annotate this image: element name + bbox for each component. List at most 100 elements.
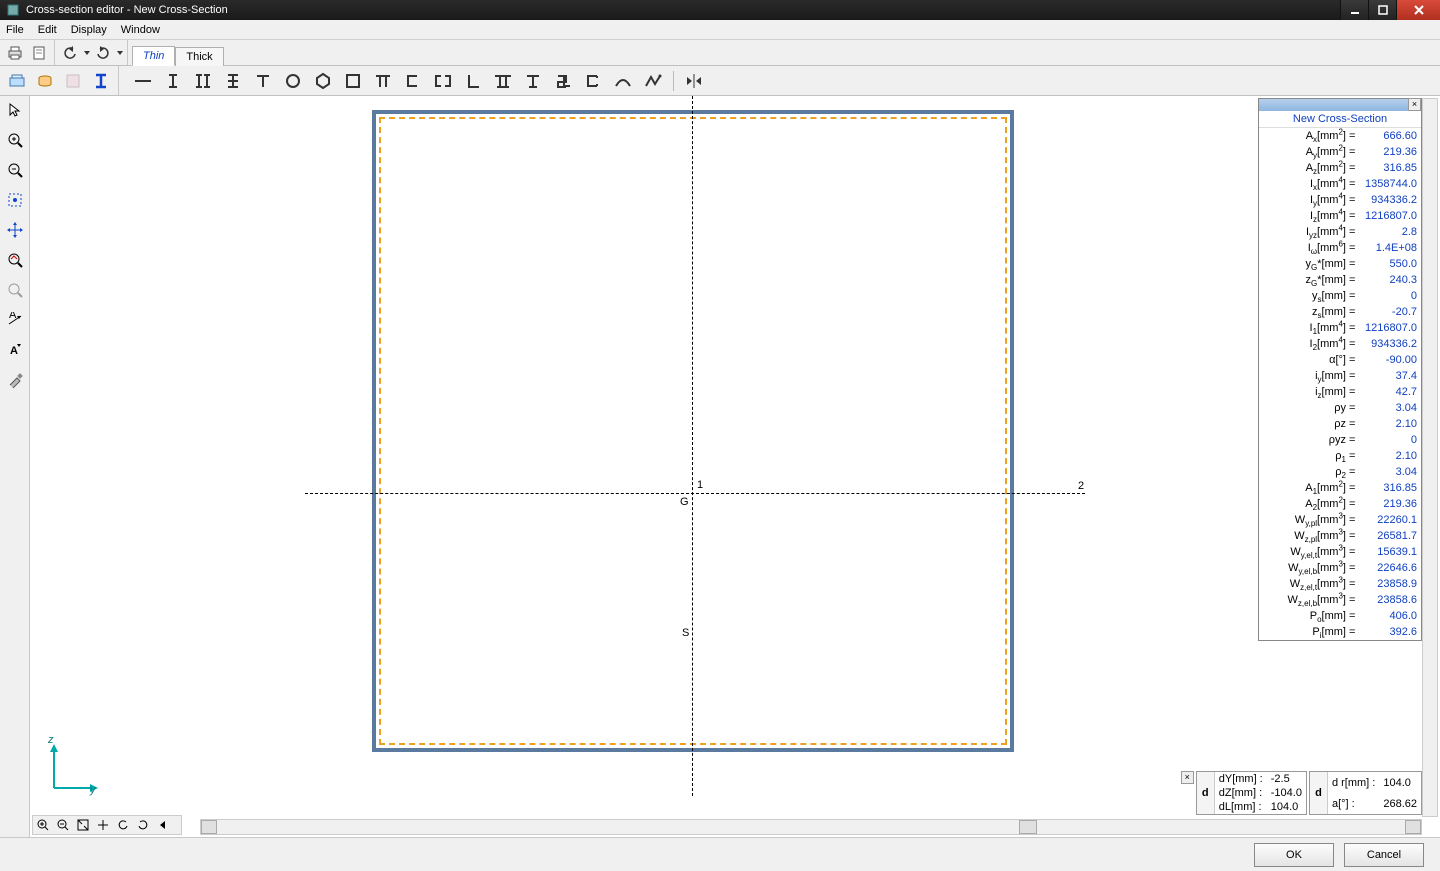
- mini-pan[interactable]: [94, 817, 112, 833]
- cross-section-shape[interactable]: [372, 110, 1014, 752]
- settings-tool[interactable]: [3, 368, 27, 392]
- close-button[interactable]: [1396, 0, 1440, 20]
- pan-tool[interactable]: [3, 218, 27, 242]
- property-value: 392.6: [1359, 624, 1421, 640]
- properties-close-icon[interactable]: ×: [1408, 98, 1421, 111]
- status-close-icon[interactable]: ×: [1181, 771, 1194, 784]
- shape-ii[interactable]: [189, 68, 217, 94]
- tab-thin[interactable]: Thin: [132, 46, 175, 66]
- status-key: dL[mm] :: [1215, 800, 1267, 814]
- toolbar-row1: Thin Thick: [0, 40, 1440, 66]
- menu-window[interactable]: Window: [121, 24, 160, 36]
- property-row: zs[mm] =-20.7: [1259, 304, 1421, 320]
- tab-thick[interactable]: Thick: [175, 47, 223, 66]
- horizontal-scrollbar[interactable]: [200, 819, 1422, 835]
- property-row: zG*[mm] =240.3: [1259, 272, 1421, 288]
- shape-poly[interactable]: [639, 68, 667, 94]
- shape-hex[interactable]: [309, 68, 337, 94]
- mini-zoom-in[interactable]: [34, 817, 52, 833]
- scroll-right-arrow[interactable]: [1405, 820, 1421, 834]
- status-val: 104.0: [1267, 800, 1306, 814]
- text-tool[interactable]: A: [3, 338, 27, 362]
- scroll-thumb[interactable]: [1019, 820, 1037, 834]
- shape-tt[interactable]: [489, 68, 517, 94]
- property-value: 2.8: [1359, 224, 1421, 240]
- property-value: 42.7: [1359, 384, 1421, 400]
- property-row: Po[mm] =406.0: [1259, 608, 1421, 624]
- redo-dropdown[interactable]: [116, 42, 123, 64]
- library2-button[interactable]: [32, 68, 58, 94]
- status-val: -104.0: [1267, 786, 1306, 800]
- property-label: Az[mm2] =: [1259, 160, 1359, 176]
- property-value: 3.04: [1359, 400, 1421, 416]
- undo-dropdown[interactable]: [83, 42, 90, 64]
- shape-ix[interactable]: [219, 68, 247, 94]
- ok-button[interactable]: OK: [1254, 843, 1334, 867]
- ibeam-button[interactable]: [88, 68, 114, 94]
- shape-z[interactable]: [549, 68, 577, 94]
- property-label: ρ2 =: [1259, 464, 1359, 480]
- property-label: iy[mm] =: [1259, 368, 1359, 384]
- zoom-fit-tool[interactable]: [3, 188, 27, 212]
- shape-t[interactable]: [249, 68, 277, 94]
- dimension-tool[interactable]: A: [3, 308, 27, 332]
- redo-button[interactable]: [92, 42, 114, 64]
- zoom-out-tool[interactable]: [3, 158, 27, 182]
- shape-2c[interactable]: [429, 68, 457, 94]
- properties-name: New Cross-Section: [1259, 111, 1421, 128]
- shape-t2[interactable]: [519, 68, 547, 94]
- zoom-in-tool[interactable]: [3, 128, 27, 152]
- mirror-button[interactable]: [680, 68, 708, 94]
- property-value: 37.4: [1359, 368, 1421, 384]
- property-label: Ay[mm2] =: [1259, 144, 1359, 160]
- paste-button[interactable]: [60, 68, 86, 94]
- shape-c[interactable]: [399, 68, 427, 94]
- shape-pi[interactable]: [369, 68, 397, 94]
- property-row: Az[mm2] =316.85: [1259, 160, 1421, 176]
- menu-display[interactable]: Display: [71, 24, 107, 36]
- undo-button[interactable]: [59, 42, 81, 64]
- property-label: ρyz =: [1259, 432, 1359, 448]
- status-row: dY[mm] :-2.5: [1215, 772, 1306, 786]
- shape-i1[interactable]: [159, 68, 187, 94]
- mini-prev[interactable]: [154, 817, 172, 833]
- shape-line[interactable]: [129, 68, 157, 94]
- status-val: 104.0: [1379, 772, 1421, 793]
- shape-circle[interactable]: [279, 68, 307, 94]
- property-row: iy[mm] =37.4: [1259, 368, 1421, 384]
- shape-c2[interactable]: [579, 68, 607, 94]
- property-row: Iz[mm4] =1216807.0: [1259, 208, 1421, 224]
- property-value: 15639.1: [1359, 544, 1421, 560]
- zoom-window-tool[interactable]: [3, 248, 27, 272]
- status-val: 268.62: [1379, 793, 1421, 814]
- mini-fit[interactable]: [74, 817, 92, 833]
- print-button[interactable]: [4, 42, 26, 64]
- shape-arc[interactable]: [609, 68, 637, 94]
- report-button[interactable]: [28, 42, 50, 64]
- property-label: Wz,pl[mm3] =: [1259, 528, 1359, 544]
- shape-box[interactable]: [339, 68, 367, 94]
- canvas[interactable]: 1 2 G S z y × N: [30, 96, 1440, 837]
- label-1: 1: [697, 479, 703, 491]
- menu-edit[interactable]: Edit: [38, 24, 57, 36]
- mini-redo[interactable]: [134, 817, 152, 833]
- status-key: dY[mm] :: [1215, 772, 1267, 786]
- maximize-button[interactable]: [1368, 0, 1396, 20]
- properties-titlebar[interactable]: ×: [1259, 99, 1421, 111]
- cancel-button[interactable]: Cancel: [1344, 843, 1424, 867]
- menu-file[interactable]: File: [6, 24, 24, 36]
- menubar: File Edit Display Window: [0, 20, 1440, 40]
- mini-zoom-out[interactable]: [54, 817, 72, 833]
- minimize-button[interactable]: [1340, 0, 1368, 20]
- zoom-disabled-tool: [3, 278, 27, 302]
- property-row: Ay[mm2] =219.36: [1259, 144, 1421, 160]
- property-value: 3.04: [1359, 464, 1421, 480]
- shape-l[interactable]: [459, 68, 487, 94]
- property-label: Wz,el,t[mm3] =: [1259, 576, 1359, 592]
- mini-undo[interactable]: [114, 817, 132, 833]
- vertical-scrollbar[interactable]: [1422, 98, 1438, 817]
- library-button[interactable]: [4, 68, 30, 94]
- scroll-left-arrow[interactable]: [201, 820, 217, 834]
- select-tool[interactable]: [3, 98, 27, 122]
- label-g: G: [680, 496, 689, 508]
